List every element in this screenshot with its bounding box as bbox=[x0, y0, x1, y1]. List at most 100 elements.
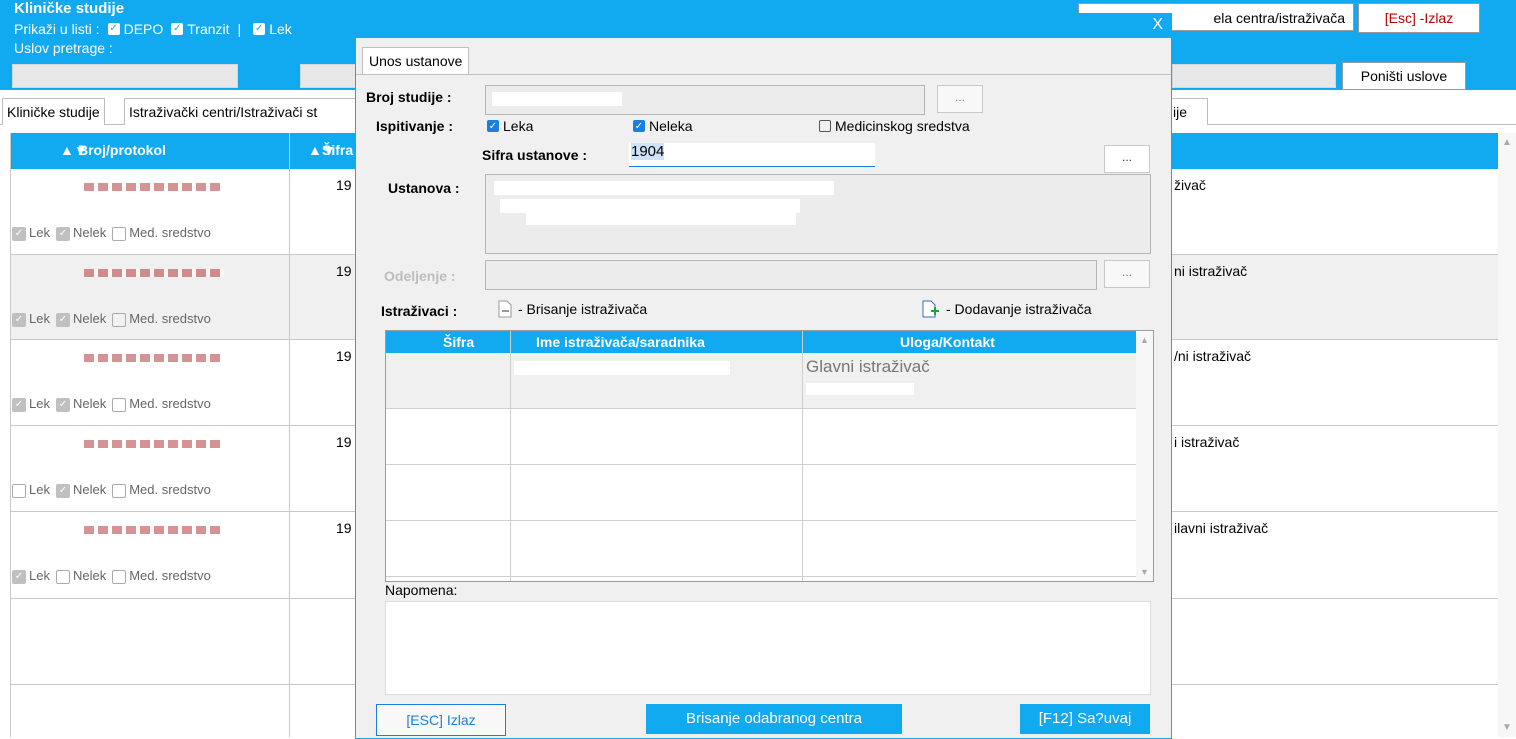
med-checkbox[interactable] bbox=[112, 312, 127, 327]
row-divider bbox=[386, 520, 1136, 521]
grid-scrollbar[interactable]: ▲ ▼ bbox=[1498, 133, 1516, 737]
column-sifra[interactable]: Šifra bbox=[443, 334, 474, 350]
tab-unos-ustanove[interactable]: Unos ustanove bbox=[362, 47, 470, 74]
esc-exit-button[interactable]: [ESC] Izlaz bbox=[376, 704, 506, 736]
institution-dialog: X Unos ustanove Broj studije : ... Ispit… bbox=[355, 13, 1172, 739]
row-sifra: 19 bbox=[336, 263, 352, 279]
neleka-checkbox[interactable]: ✓ bbox=[633, 120, 645, 132]
investigators-scrollbar[interactable]: ▲ ▼ bbox=[1136, 331, 1153, 581]
delete-investigator-action[interactable]: - Brisanje istraživača bbox=[492, 300, 647, 318]
tab-research-centers[interactable]: Istraživački centri/Istraživači st bbox=[124, 98, 359, 125]
nelek-checkbox[interactable]: ✓ bbox=[55, 226, 70, 241]
sifra-ustanove-label: Sifra ustanove : bbox=[482, 147, 588, 163]
nelek-checkbox[interactable]: ✓ bbox=[55, 312, 70, 327]
nelek-label: Nelek bbox=[72, 225, 107, 240]
lek-checkbox[interactable]: ✓ bbox=[12, 397, 26, 412]
med-checkbox[interactable] bbox=[112, 397, 127, 412]
nelek-label: Nelek bbox=[72, 482, 107, 497]
filter-lek-label: Lek bbox=[269, 21, 292, 37]
broj-studije-browse-button[interactable]: ... bbox=[937, 85, 983, 113]
redacted-protocol bbox=[84, 183, 224, 191]
lek-label: Lek bbox=[29, 311, 50, 326]
search-input-1[interactable] bbox=[12, 64, 238, 88]
filter-row: Prikaži u listi : ✓ DEPO ✓ Tranzit | ✓ L… bbox=[14, 21, 292, 37]
col-divider bbox=[802, 331, 803, 581]
lek-label: Lek bbox=[29, 225, 50, 240]
scroll-down-icon[interactable]: ▼ bbox=[1502, 722, 1512, 733]
grid-divider bbox=[10, 133, 11, 737]
med-checkbox[interactable] bbox=[112, 483, 127, 498]
add-investigator-action[interactable]: - Dodavanje istraživača bbox=[916, 300, 1092, 318]
med-label: Med. sredstvo bbox=[129, 225, 211, 240]
nelek-checkbox[interactable] bbox=[55, 569, 70, 584]
row-checkboxes: Lek ✓ Nelek Med. sredstvo bbox=[12, 482, 211, 498]
column-ime-istrazivaca[interactable]: Ime istraživača/saradnika bbox=[536, 334, 705, 350]
neleka-option[interactable]: ✓ Neleka bbox=[633, 118, 693, 134]
row-role: ni istraživač bbox=[1174, 263, 1248, 279]
row-checkboxes: ✓ Lek ✓ Nelek Med. sredstvo bbox=[12, 225, 211, 241]
table-row[interactable]: Glavni istraživač bbox=[386, 353, 1136, 408]
med-label: Med. sredstvo bbox=[129, 482, 211, 497]
delete-document-icon[interactable] bbox=[498, 300, 512, 318]
napomena-textarea[interactable] bbox=[385, 601, 1151, 695]
tab-other[interactable]: ije bbox=[1168, 98, 1208, 125]
med-sredstvo-label: Medicinskog sredstva bbox=[835, 118, 970, 134]
column-broj-protokol[interactable]: Broj/protokol bbox=[78, 142, 166, 158]
lek-checkbox[interactable] bbox=[12, 483, 26, 498]
med-sredstvo-option[interactable]: Medicinskog sredstva bbox=[819, 118, 970, 134]
lek-checkbox[interactable]: ✓ bbox=[12, 312, 26, 327]
lek-checkbox[interactable]: ✓ bbox=[12, 569, 26, 584]
col-divider bbox=[510, 331, 511, 581]
row-divider bbox=[386, 464, 1136, 465]
close-icon[interactable]: X bbox=[1152, 16, 1163, 34]
nelek-label: Nelek bbox=[72, 568, 107, 583]
sifra-browse-button[interactable]: ... bbox=[1104, 145, 1150, 173]
nelek-checkbox[interactable]: ✓ bbox=[55, 397, 70, 412]
med-checkbox[interactable] bbox=[112, 226, 127, 241]
search-input-2[interactable] bbox=[300, 64, 356, 88]
row-sifra: 19 bbox=[336, 348, 352, 364]
lek-checkbox[interactable]: ✓ bbox=[12, 226, 26, 241]
redacted-value bbox=[492, 92, 622, 106]
scroll-up-icon[interactable]: ▲ bbox=[1502, 137, 1512, 148]
filter-tranzit-checkbox[interactable]: ✓ bbox=[171, 23, 184, 35]
broj-studije-field bbox=[485, 85, 925, 115]
neleka-label: Neleka bbox=[649, 118, 693, 134]
save-button[interactable]: [F12] Sa?uvaj bbox=[1020, 704, 1150, 734]
nelek-checkbox[interactable]: ✓ bbox=[55, 483, 70, 498]
delete-center-button[interactable]: Brisanje odabranog centra bbox=[646, 704, 902, 734]
med-label: Med. sredstvo bbox=[129, 396, 211, 411]
leka-checkbox[interactable]: ✓ bbox=[487, 120, 499, 132]
filter-label: Prikaži u listi : bbox=[14, 21, 100, 37]
investigators-header: Šifra Ime istraživača/saradnika Uloga/Ko… bbox=[386, 331, 1136, 353]
filter-depo-checkbox[interactable]: ✓ bbox=[107, 23, 120, 35]
row-divider bbox=[386, 408, 1136, 409]
add-document-icon[interactable] bbox=[922, 300, 940, 318]
odeljenje-field[interactable] bbox=[485, 260, 1097, 290]
sifra-ustanove-input[interactable]: 1904 bbox=[629, 143, 875, 167]
med-sredstvo-checkbox[interactable] bbox=[819, 120, 831, 132]
med-checkbox[interactable] bbox=[112, 569, 127, 584]
broj-studije-label: Broj studije : bbox=[366, 89, 452, 105]
leka-option[interactable]: ✓ Leka bbox=[487, 118, 533, 134]
filter-separator: | bbox=[237, 21, 242, 37]
odeljenje-browse-button[interactable]: ... bbox=[1104, 260, 1150, 288]
redacted-name bbox=[514, 361, 730, 375]
filter-lek-checkbox[interactable]: ✓ bbox=[253, 23, 266, 35]
redacted-protocol bbox=[84, 354, 224, 362]
redacted-value bbox=[494, 181, 834, 195]
search-input-3[interactable] bbox=[1172, 64, 1336, 88]
exit-button[interactable]: [Esc] -Izlaz bbox=[1358, 3, 1480, 33]
tab-clinical-studies[interactable]: Kliničke studije bbox=[2, 98, 105, 125]
column-sifra[interactable]: Šifra bbox=[322, 142, 353, 158]
row-sifra: 19 bbox=[336, 177, 352, 193]
scroll-down-icon[interactable]: ▼ bbox=[1140, 567, 1149, 577]
scroll-up-icon[interactable]: ▲ bbox=[1140, 335, 1149, 345]
reset-conditions-button[interactable]: Poništi uslove bbox=[1342, 62, 1466, 90]
add-investigator-label: - Dodavanje istraživača bbox=[946, 301, 1092, 317]
odeljenje-label: Odeljenje : bbox=[384, 268, 456, 284]
row-sifra: 19 bbox=[336, 520, 352, 536]
column-uloga-kontakt[interactable]: Uloga/Kontakt bbox=[900, 334, 995, 350]
nelek-label: Nelek bbox=[72, 396, 107, 411]
delete-investigator-label: - Brisanje istraživača bbox=[518, 301, 648, 317]
